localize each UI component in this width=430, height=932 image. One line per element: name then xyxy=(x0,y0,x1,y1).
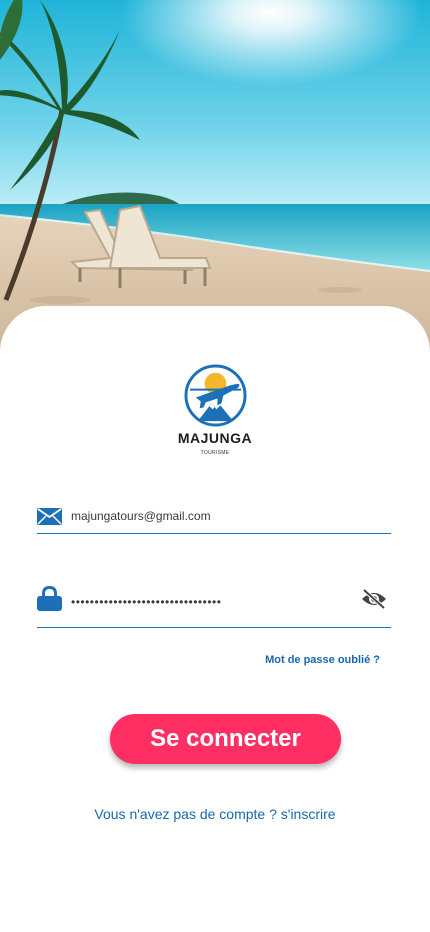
login-button[interactable]: Se connecter xyxy=(110,714,341,764)
brand-logo: MAJUNGA TOURISME xyxy=(175,364,255,459)
lock-icon xyxy=(37,585,62,616)
signup-link[interactable]: Vous n'avez pas de compte ? s'inscrire xyxy=(40,806,390,822)
forgot-password-link[interactable]: Mot de passe oublié ? xyxy=(240,654,380,666)
password-input[interactable] xyxy=(71,590,341,614)
brand-tagline: TOURISME xyxy=(200,450,230,456)
airplane-mountain-logo-icon xyxy=(184,364,247,427)
email-input[interactable] xyxy=(71,505,371,527)
password-field xyxy=(37,580,391,628)
envelope-icon xyxy=(37,508,62,530)
brand-name: MAJUNGA xyxy=(177,430,253,446)
eye-slash-icon[interactable] xyxy=(361,588,387,610)
email-field xyxy=(37,500,391,534)
